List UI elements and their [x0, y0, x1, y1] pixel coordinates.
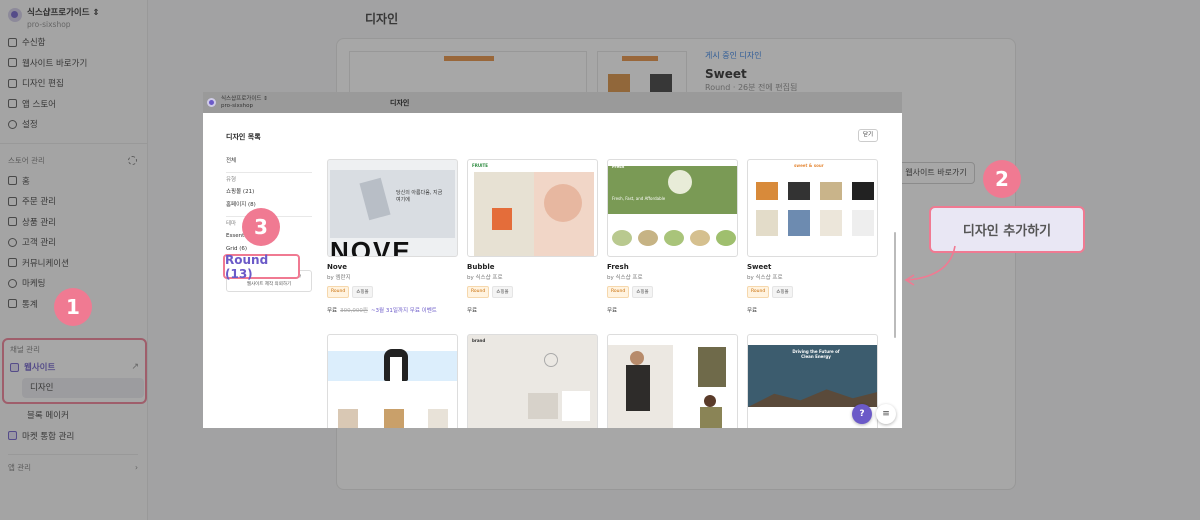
card-name: Bubble — [467, 263, 495, 271]
filter-round-highlight[interactable]: Round (13) — [223, 253, 300, 281]
card-name: Fresh — [607, 263, 629, 271]
design-card-nove[interactable]: 당신의 아름다움, 지금 여기에 NOVE Nove by 엠란지 Round 쇼… — [327, 159, 458, 314]
arrow-icon — [904, 245, 956, 286]
design-card-7[interactable] — [607, 334, 738, 428]
design-card-5[interactable] — [327, 334, 458, 428]
card-author: by 식스샵 프로 — [607, 275, 643, 281]
design-list-title: 디자인 목록 — [226, 133, 261, 141]
thumbnail[interactable] — [607, 334, 738, 428]
card-price: 무료 — [607, 308, 618, 314]
design-card-sweet[interactable]: sweet & sour Sweet by 식스샵 프로 Round 쇼핑몰 무료 — [747, 159, 878, 314]
thumbnail[interactable]: sweet & sour — [747, 159, 878, 257]
design-card-bubble[interactable]: FRUITE Bubble by 식스샵 프로 Round 쇼핑몰 무료 — [467, 159, 598, 314]
scrollbar[interactable] — [894, 232, 896, 338]
tag-shop: 쇼핑몰 — [632, 286, 653, 298]
card-price: 무료 — [467, 308, 478, 314]
thumbnail[interactable]: FRUITE — [467, 159, 598, 257]
tag-round: Round — [327, 286, 350, 298]
help-icon[interactable]: ? — [852, 404, 872, 424]
card-author: by 식스샵 프로 — [467, 275, 503, 281]
thumbnail[interactable] — [327, 334, 458, 428]
tag-round: Round — [607, 286, 630, 298]
annotation-badge-2: 2 — [983, 160, 1021, 198]
filter-shop[interactable]: 쇼핑몰 (21) — [226, 186, 312, 199]
card-price: 무료 — [747, 308, 758, 314]
design-list-modal: 식스샵프로가이드 ⇕ pro-sixshop 디자인 디자인 목록 닫기 전체 유… — [203, 92, 902, 428]
tag-shop: 쇼핑몰 — [492, 286, 513, 298]
card-price: 무료 300,000원 ~3월 31일까지 무료 이벤트 — [327, 308, 437, 314]
thumbnail[interactable]: 당신의 아름다움, 지금 여기에 NOVE — [327, 159, 458, 257]
card-author: by 식스샵 프로 — [747, 275, 783, 281]
tag-round: Round — [467, 286, 490, 298]
card-name: Sweet — [747, 263, 772, 271]
tag-round: Round — [747, 286, 770, 298]
annotation-badge-1: 1 — [54, 288, 92, 326]
thumbnail[interactable]: Fresh Fresh, Fast, and Affordable — [607, 159, 738, 257]
card-author: by 엠란지 — [327, 275, 351, 281]
modal-header-title: 디자인 — [390, 98, 410, 107]
filter-group-type: 유형 — [226, 172, 312, 186]
close-button[interactable]: 닫기 — [858, 129, 878, 142]
annotation-badge-3: 3 — [242, 208, 280, 246]
thumbnail[interactable]: brand — [467, 334, 598, 428]
filter-all[interactable]: 전체 — [226, 155, 312, 168]
card-name: Nove — [327, 263, 347, 271]
modal-header: 식스샵프로가이드 ⇕ pro-sixshop 디자인 — [203, 92, 902, 113]
design-card-6[interactable]: brand — [467, 334, 598, 428]
store-logo-icon — [207, 98, 216, 107]
menu-icon[interactable]: ≡ — [876, 404, 896, 424]
tag-shop: 쇼핑몰 — [772, 286, 793, 298]
design-card-fresh[interactable]: Fresh Fresh, Fast, and Affordable Fresh … — [607, 159, 738, 314]
tag-shop: 쇼핑몰 — [352, 286, 373, 298]
arrow-path — [907, 245, 956, 281]
